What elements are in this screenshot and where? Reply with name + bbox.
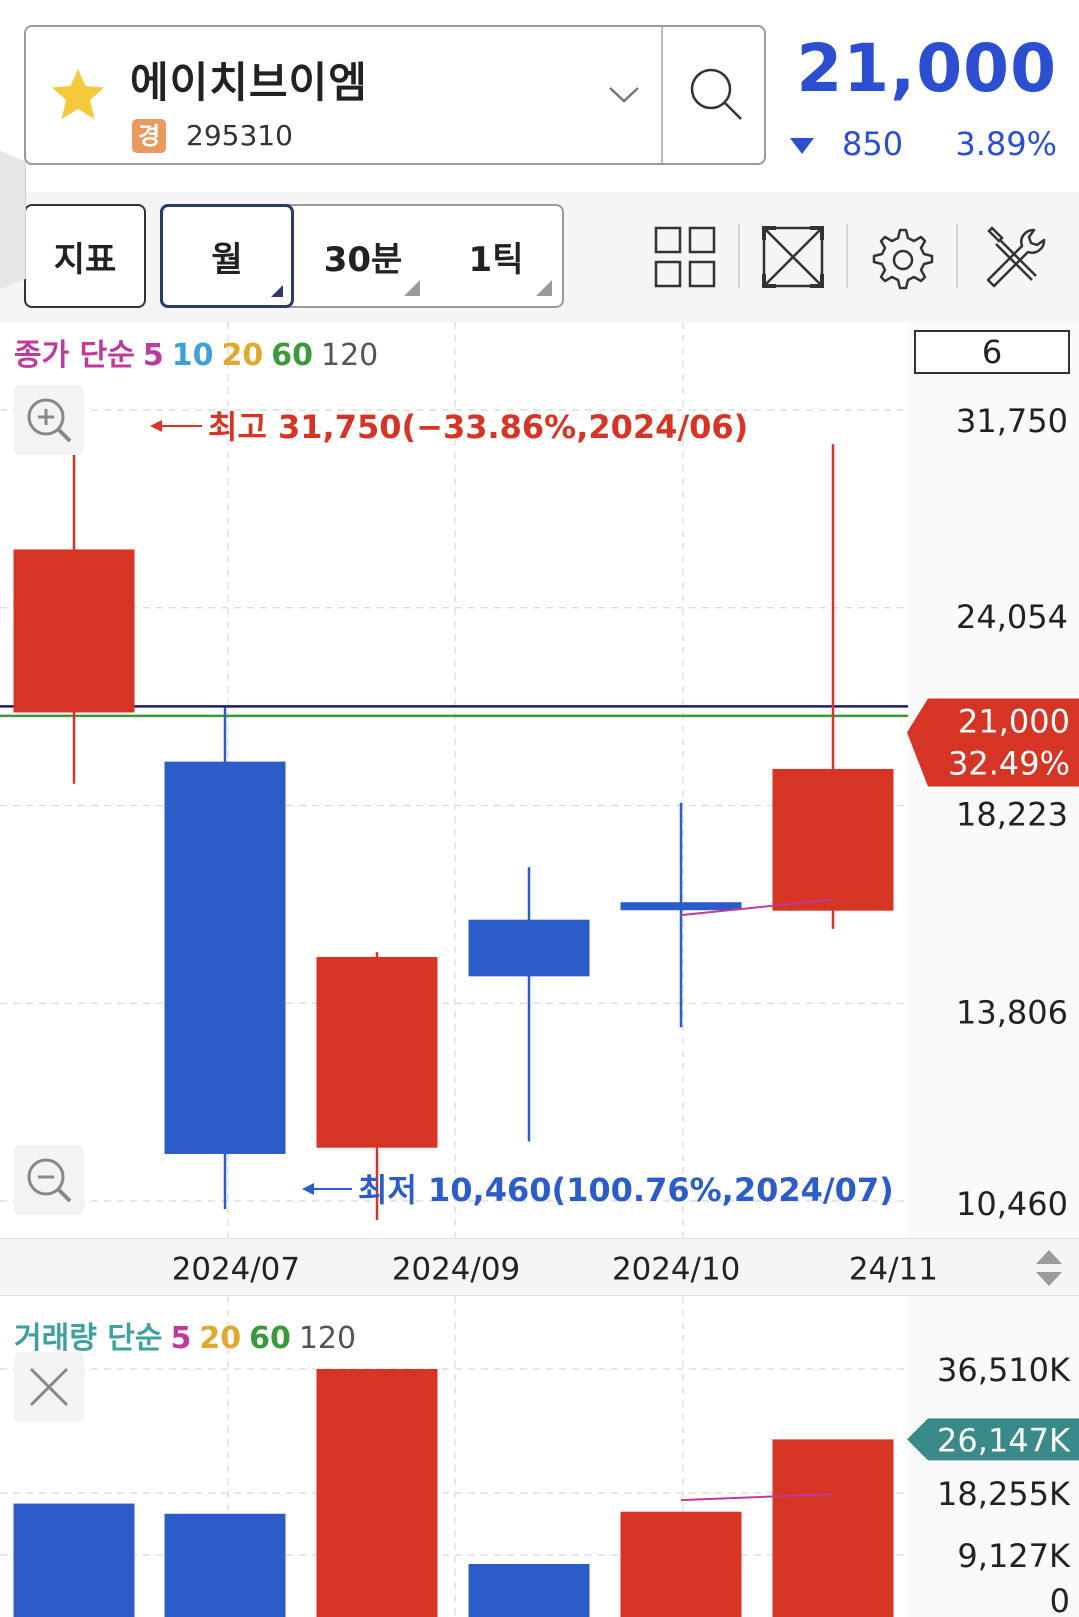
current-price: 21,000 [796, 30, 1057, 107]
divider [956, 224, 958, 288]
dropdown-corner-icon [536, 280, 552, 296]
price-candles [13, 418, 894, 1220]
gear-icon[interactable] [866, 222, 936, 292]
chevron-down-icon[interactable] [606, 82, 642, 106]
candle-body [772, 768, 894, 911]
volume-bar [164, 1513, 286, 1617]
low-arrow-head [302, 1183, 314, 1195]
grid-layout-icon[interactable] [650, 222, 720, 292]
price-chart[interactable]: 31,750 24,054 18,223 13,806 10,460 21,000 32.… [0, 322, 1079, 1238]
legend-ma20: 20 [221, 338, 264, 373]
volume-bar [13, 1503, 135, 1617]
close-icon [29, 1367, 69, 1407]
y-tick-label: 31,750 [956, 402, 1068, 440]
price-y-ticks: 31,750 24,054 18,223 13,806 10,460 [956, 402, 1068, 1223]
volume-bar [316, 1369, 438, 1617]
legend-ma5: 5 [170, 1321, 192, 1356]
fullscreen-icon[interactable] [758, 222, 828, 292]
candle-body [316, 956, 438, 1148]
legend-ma120: 120 [298, 1321, 357, 1356]
period-count-input[interactable]: 6 [914, 330, 1070, 374]
legend-ma10: 10 [171, 338, 214, 373]
period-label: 1틱 [468, 239, 524, 280]
legend-prefix: 거래량 단순 [14, 1321, 163, 1356]
y-tick-label: 18,255K [937, 1475, 1071, 1513]
stock-name[interactable]: 에이치브이엠 [130, 49, 368, 110]
legend-ma60: 60 [249, 1321, 291, 1356]
low-annotation: 최저 10,460(100.76%,2024/07) [358, 1171, 894, 1209]
zoom-out-button[interactable] [14, 1145, 84, 1215]
price-change-value: 850 [842, 125, 904, 163]
y-tick-label: 0 [1050, 1582, 1070, 1617]
price-horizontal-lines [0, 705, 908, 718]
period-1tick-button[interactable]: 1틱 [430, 206, 562, 306]
current-volume-label: 26,147K [937, 1421, 1071, 1459]
zoom-out-icon [27, 1158, 72, 1203]
zoom-in-icon [27, 398, 72, 443]
x-tick-label: 24/11 [849, 1252, 938, 1288]
y-tick-label: 36,510K [937, 1351, 1071, 1389]
stock-selector[interactable]: 에이치브이엠 경 295310 [24, 25, 766, 165]
candle-body [620, 902, 742, 911]
stock-code: 295310 [186, 119, 293, 152]
legend-ma60: 60 [271, 338, 313, 373]
indicator-button[interactable]: 지표 [24, 204, 146, 308]
period-30min-button[interactable]: 30분 [296, 206, 430, 306]
legend-prefix: 종가 단순 [14, 338, 135, 373]
volume-bar [468, 1564, 590, 1617]
dropdown-corner-icon [271, 285, 283, 297]
period-label: 월 [211, 239, 243, 280]
candle-body [13, 549, 135, 713]
tools-icon[interactable] [978, 222, 1048, 292]
x-tick-label: 2024/07 [172, 1252, 300, 1288]
current-price-tag-price: 21,000 [958, 702, 1070, 740]
scroll-updown-icon[interactable] [1030, 1246, 1068, 1290]
volume-y-ticks: 36,510K 18,255K 9,127K 0 26,147K [907, 1351, 1079, 1617]
stock-header: 에이치브이엠 경 295310 21,000 850 3.89% [0, 0, 1079, 192]
divider [846, 224, 848, 288]
zoom-in-button[interactable] [14, 385, 84, 455]
legend-ma5: 5 [142, 338, 164, 373]
search-icon [690, 68, 742, 120]
price-grid [0, 322, 908, 1238]
period-label: 30분 [323, 239, 403, 280]
y-tick-label: 10,460 [956, 1185, 1068, 1223]
chart-toolbar: 지표 월 30분 1틱 [0, 192, 1079, 322]
price-annotations: 21,000 32.49% 최고 31,750(−33.86%,2024/06) 최저… [150, 408, 1079, 1209]
y-tick-label: 18,223 [956, 796, 1068, 834]
close-volume-button[interactable] [14, 1352, 84, 1422]
legend-ma20: 20 [199, 1321, 242, 1356]
price-ma-legend[interactable]: 종가 단순 5 10 20 60 120 [14, 330, 386, 374]
high-arrow-head [150, 420, 162, 432]
legend-ma120: 120 [320, 338, 379, 373]
indicator-label: 지표 [53, 239, 117, 280]
down-triangle-icon [790, 138, 814, 154]
date-tick-labels: 2024/07 2024/09 2024/10 24/11 [172, 1252, 938, 1288]
candle-body [164, 761, 286, 1154]
divider [738, 224, 740, 288]
date-axis[interactable]: 2024/07 2024/09 2024/10 24/11 [0, 1238, 1079, 1296]
price-change-rate: 3.89% [955, 125, 1057, 163]
candle-body [468, 919, 590, 977]
period-month-button[interactable]: 월 [160, 204, 294, 308]
x-tick-label: 2024/10 [612, 1252, 740, 1288]
current-price-tag-rate: 32.49% [948, 744, 1070, 782]
high-annotation: 최고 31,750(−33.86%,2024/06) [208, 408, 748, 446]
y-tick-label: 13,806 [956, 993, 1068, 1031]
y-tick-label: 9,127K [957, 1537, 1071, 1575]
market-badge: 경 [132, 119, 166, 153]
volume-bar [772, 1439, 894, 1617]
dropdown-corner-icon [404, 280, 420, 296]
volume-bar [620, 1511, 742, 1617]
volume-ma-legend[interactable]: 거래량 단순 5 20 60 120 [14, 1313, 364, 1357]
search-button[interactable] [663, 27, 764, 163]
x-tick-label: 2024/09 [392, 1252, 520, 1288]
star-icon[interactable] [48, 65, 108, 125]
side-panel-handle[interactable] [0, 150, 26, 290]
y-tick-label: 24,054 [956, 598, 1068, 636]
